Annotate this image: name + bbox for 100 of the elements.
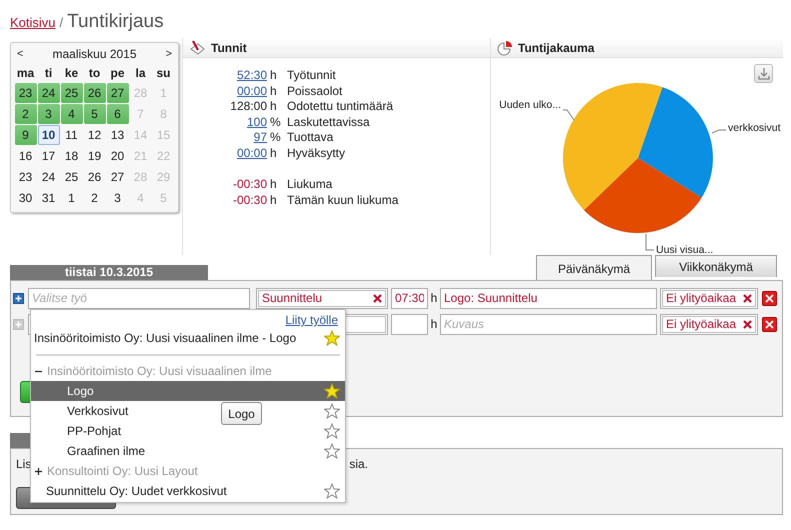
dropdown-item[interactable]: Logo [67, 382, 94, 400]
panel-title: Tuntijakauma [518, 40, 594, 56]
clear-icon [743, 320, 752, 328]
time-field[interactable] [391, 314, 428, 334]
calendar-day[interactable]: 2 [84, 188, 106, 208]
value-link[interactable]: 97 [183, 130, 267, 146]
leader-line [646, 234, 654, 250]
download-icon [756, 67, 770, 80]
unit-label: h [270, 177, 278, 192]
calendar-day[interactable]: 2 [14, 104, 36, 124]
unit-label: % [270, 130, 282, 146]
calendar-day[interactable]: 24 [38, 83, 60, 103]
calendar-day[interactable]: 17 [38, 146, 60, 166]
slice-label: Uusi visua... [656, 244, 714, 256]
weekday-label: la [134, 65, 147, 82]
stat-value: 128:00 [229, 99, 267, 114]
stat-label: Poissaolot [287, 84, 344, 99]
calendar-day[interactable]: 16 [14, 146, 36, 166]
panel-title: Tunnit [211, 40, 247, 56]
calendar-day[interactable]: 27 [106, 83, 128, 103]
calendar-day[interactable]: 23 [14, 83, 36, 103]
unit-label: h [270, 68, 278, 84]
weekday-label: su [155, 65, 172, 82]
unit-label: h [430, 290, 438, 307]
stat-label: Työtunnit [287, 68, 337, 84]
stat-label: Tämän kuun liukuma [287, 192, 400, 208]
calendar-day[interactable]: 27 [106, 167, 128, 187]
value-link[interactable]: 00:00 [183, 146, 267, 161]
stat-label: Odotettu tuntimäärä [287, 99, 394, 114]
calendar-day[interactable]: 13 [106, 125, 128, 145]
calendar-day[interactable]: 26 [84, 83, 106, 103]
dropdown-item[interactable]: PP-Pohjat [67, 422, 122, 440]
next-month-button[interactable]: > [166, 46, 172, 62]
calendar-day[interactable]: 18 [60, 146, 82, 166]
delete-button[interactable] [762, 290, 777, 306]
calendar-day[interactable]: 3 [106, 188, 128, 208]
unit-label: % [270, 114, 282, 130]
stat-label: Liukuma [287, 177, 334, 192]
calendar-day[interactable]: 30 [14, 188, 36, 208]
clear-icon [373, 294, 382, 302]
leader-line [712, 130, 726, 134]
calendar-day[interactable]: 12 [84, 125, 106, 145]
stat-label: Tuottava [287, 130, 334, 146]
view-tab[interactable]: Viikkonäkymä [655, 255, 777, 277]
unit-label: h [270, 192, 278, 208]
slice-label: Uuden ulko... [499, 99, 561, 111]
clear-icon [743, 294, 752, 302]
stat-value: -00:30 [232, 192, 267, 208]
work-field[interactable]: Valitse työ [28, 288, 250, 308]
value-link[interactable]: 00:00 [183, 84, 267, 99]
calendar-day[interactable]: 19 [84, 146, 106, 166]
home-link[interactable]: Kotisivu [10, 13, 56, 32]
calendar-day[interactable]: 3 [38, 104, 60, 124]
prev-month-button[interactable]: < [17, 46, 24, 62]
dropdown-item[interactable]: Insinööritoimisto Oy: Uusi visuaalinen ilme - Logo [31, 328, 345, 348]
calendar-day[interactable]: 31 [38, 188, 60, 208]
calendar-day[interactable]: 20 [106, 146, 128, 166]
calendar-day[interactable]: 25 [60, 167, 82, 187]
plus-icon[interactable] [13, 292, 24, 304]
unit-label: h [270, 99, 278, 114]
calendar-day[interactable]: 26 [84, 167, 106, 187]
download-button[interactable] [754, 64, 773, 83]
pie-chart-icon [497, 40, 513, 56]
calendar-day[interactable]: 1 [60, 188, 82, 208]
calendar-day[interactable]: 10 [38, 125, 60, 145]
stat-label: Laskutettavissa [287, 114, 371, 130]
calendar-day[interactable]: 25 [60, 83, 82, 103]
value-link[interactable]: 100 [183, 114, 267, 130]
calendar-day[interactable]: 11 [60, 125, 82, 145]
dropdown-item[interactable]: Suunnittelu Oy: Uudet verkkosivut [31, 481, 345, 501]
value-link[interactable]: 52:30 [183, 68, 267, 84]
dropdown-item[interactable]: Graafinen ilme [67, 442, 146, 460]
expand-icon[interactable] [34, 466, 43, 476]
weekday-label: ma [16, 65, 36, 82]
weekday-label: to [88, 65, 102, 82]
unit-label: h [430, 316, 438, 333]
slice-label: verkkosivut [728, 122, 781, 134]
dropdown-item[interactable]: Verkkosivut [67, 402, 128, 420]
weekday-label: pe [109, 65, 126, 82]
task-field[interactable]: Suunnittelu [256, 288, 388, 308]
tooltip: Logo [221, 402, 262, 425]
calendar-day[interactable]: 4 [60, 104, 82, 124]
month-title: maaliskuu 2015 [52, 46, 137, 63]
calendar-day[interactable]: 9 [14, 125, 36, 145]
unit-label: h [270, 84, 278, 99]
overtime-field[interactable]: Ei ylityöaikaa [660, 288, 758, 308]
stat-value: -00:30 [232, 177, 267, 192]
calendar-day[interactable]: 6 [106, 104, 128, 124]
unit-label: h [270, 146, 278, 161]
calendar-day[interactable]: 24 [38, 167, 60, 187]
delete-button[interactable] [762, 316, 777, 332]
description-field[interactable]: Logo: Suunnittelu [440, 288, 657, 308]
stat-label: Hyväksytty [287, 146, 346, 161]
leader-line [562, 110, 574, 120]
weekday-label: ke [64, 65, 80, 82]
view-tab[interactable]: Päivänäkymä [536, 255, 652, 281]
calendar-day[interactable]: 23 [14, 167, 36, 187]
calendar-day[interactable]: 5 [84, 104, 106, 124]
breadcrumb-separator: / [60, 14, 64, 32]
join-job-link[interactable]: Liity työlle [31, 313, 345, 328]
